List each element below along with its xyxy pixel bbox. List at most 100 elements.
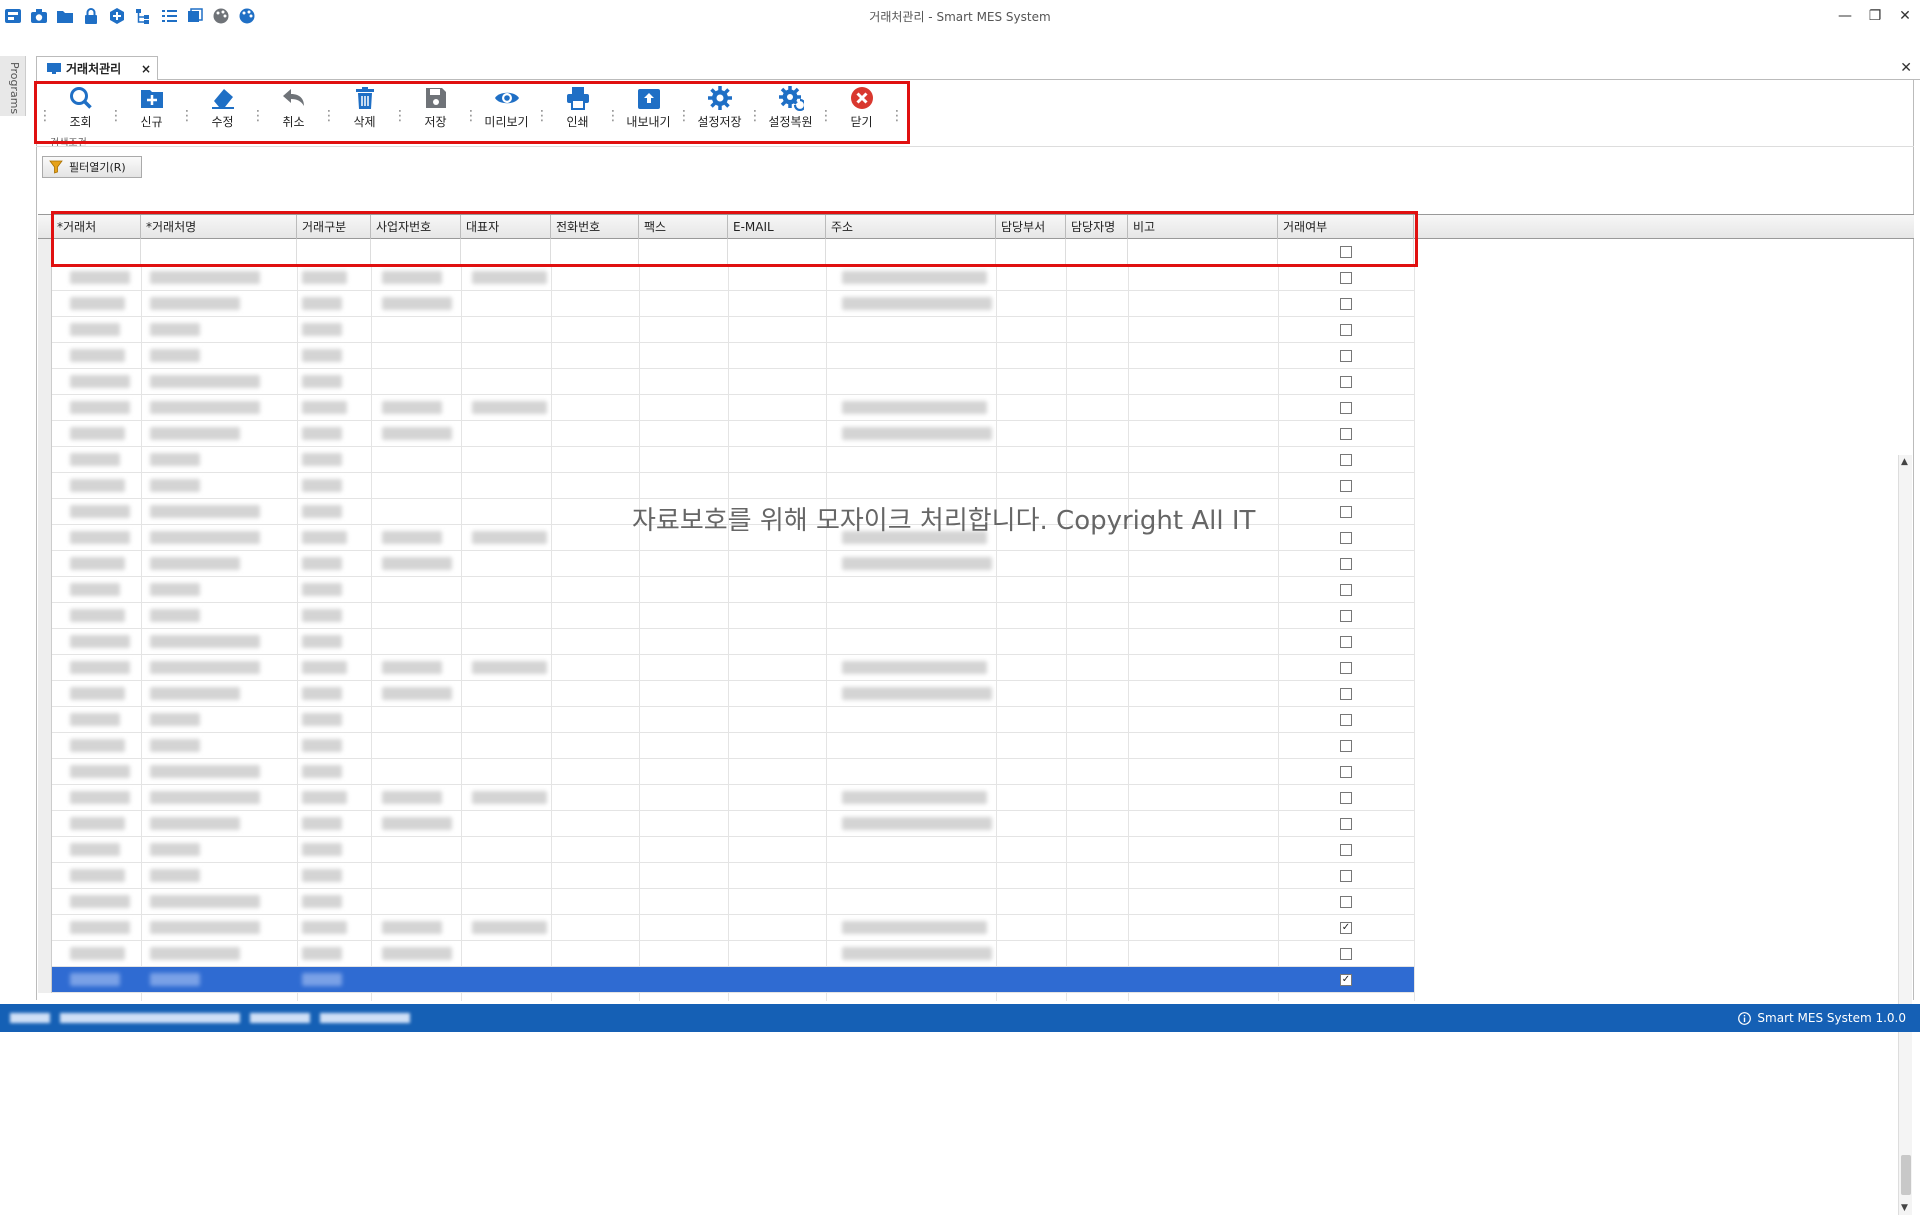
active-checkbox[interactable] — [1340, 870, 1352, 882]
table-row[interactable] — [52, 577, 1414, 603]
active-checkbox[interactable] — [1340, 532, 1352, 544]
programs-label[interactable]: Programs — [8, 62, 21, 114]
table-row[interactable] — [52, 785, 1414, 811]
table-row[interactable] — [52, 707, 1414, 733]
row-indicator[interactable] — [38, 343, 52, 369]
active-checkbox[interactable] — [1340, 818, 1352, 830]
table-row[interactable] — [52, 837, 1414, 863]
active-checkbox[interactable] — [1340, 558, 1352, 570]
table-row[interactable] — [52, 473, 1414, 499]
active-checkbox[interactable] — [1340, 766, 1352, 778]
row-indicator[interactable] — [38, 915, 52, 941]
active-checkbox[interactable] — [1340, 506, 1352, 518]
grid-vertical-scrollbar[interactable]: ▲ ▼ — [1898, 455, 1912, 1215]
table-row[interactable] — [52, 655, 1414, 681]
active-checkbox[interactable] — [1340, 688, 1352, 700]
active-checkbox[interactable] — [1340, 402, 1352, 414]
row-indicator[interactable] — [38, 967, 52, 993]
table-row[interactable] — [52, 447, 1414, 473]
mosaic-blurred-cell — [150, 401, 260, 414]
row-indicator[interactable] — [38, 603, 52, 629]
table-row[interactable] — [52, 551, 1414, 577]
row-indicator[interactable] — [38, 473, 52, 499]
row-indicator[interactable] — [38, 863, 52, 889]
row-indicator[interactable] — [38, 265, 52, 291]
table-row[interactable] — [52, 681, 1414, 707]
row-indicator[interactable] — [38, 551, 52, 577]
active-checkbox[interactable] — [1340, 298, 1352, 310]
active-checkbox[interactable] — [1340, 792, 1352, 804]
row-indicator[interactable] — [38, 941, 52, 967]
table-row[interactable] — [52, 395, 1414, 421]
table-row[interactable] — [52, 291, 1414, 317]
mosaic-blurred-cell — [302, 479, 342, 492]
status-bar: Smart MES System 1.0.0 — [0, 1004, 1920, 1032]
row-indicator[interactable] — [38, 317, 52, 343]
active-checkbox[interactable] — [1340, 350, 1352, 362]
table-row[interactable] — [52, 863, 1414, 889]
table-row[interactable] — [52, 759, 1414, 785]
row-indicator[interactable] — [38, 681, 52, 707]
row-indicator[interactable] — [38, 291, 52, 317]
active-checkbox[interactable] — [1340, 428, 1352, 440]
row-indicator[interactable] — [38, 499, 52, 525]
active-checkbox[interactable] — [1340, 714, 1352, 726]
table-row[interactable] — [52, 343, 1414, 369]
row-indicator[interactable] — [38, 837, 52, 863]
status-right: Smart MES System 1.0.0 — [1738, 1011, 1906, 1025]
scroll-thumb[interactable] — [1901, 1155, 1911, 1195]
row-indicator[interactable] — [38, 707, 52, 733]
row-indicator[interactable] — [38, 369, 52, 395]
row-indicator[interactable] — [38, 421, 52, 447]
mosaic-blurred-cell — [472, 661, 547, 674]
active-checkbox[interactable] — [1340, 948, 1352, 960]
row-indicator[interactable] — [38, 811, 52, 837]
active-checkbox[interactable] — [1340, 376, 1352, 388]
active-checkbox[interactable] — [1340, 896, 1352, 908]
table-row[interactable] — [52, 265, 1414, 291]
table-row[interactable] — [52, 733, 1414, 759]
active-checkbox[interactable]: ✓ — [1340, 974, 1352, 986]
restore-button[interactable]: ❐ — [1860, 0, 1890, 32]
row-indicator[interactable] — [38, 395, 52, 421]
mosaic-blurred-cell — [302, 973, 342, 986]
active-checkbox[interactable] — [1340, 636, 1352, 648]
table-row[interactable] — [52, 629, 1414, 655]
minimize-button[interactable]: — — [1830, 0, 1860, 32]
table-row[interactable] — [52, 369, 1414, 395]
row-indicator[interactable] — [38, 889, 52, 915]
row-indicator[interactable] — [38, 655, 52, 681]
scroll-up-icon[interactable]: ▲ — [1901, 457, 1908, 467]
table-row[interactable] — [52, 317, 1414, 343]
active-checkbox[interactable] — [1340, 454, 1352, 466]
active-checkbox[interactable] — [1340, 272, 1352, 284]
row-indicator[interactable] — [38, 447, 52, 473]
table-row[interactable] — [52, 889, 1414, 915]
row-indicator[interactable] — [38, 525, 52, 551]
close-window-button[interactable]: ✕ — [1890, 0, 1920, 32]
row-indicator[interactable] — [38, 629, 52, 655]
table-row[interactable] — [52, 811, 1414, 837]
active-checkbox[interactable] — [1340, 662, 1352, 674]
table-row[interactable] — [52, 421, 1414, 447]
table-row[interactable]: ✓ — [52, 967, 1414, 993]
active-checkbox[interactable] — [1340, 324, 1352, 336]
panel-close-icon[interactable]: ✕ — [1900, 60, 1912, 76]
active-checkbox[interactable]: ✓ — [1340, 922, 1352, 934]
row-indicator[interactable] — [38, 733, 52, 759]
active-checkbox[interactable] — [1340, 740, 1352, 752]
row-indicator[interactable] — [38, 759, 52, 785]
row-indicator[interactable] — [38, 785, 52, 811]
active-checkbox[interactable] — [1340, 584, 1352, 596]
table-row[interactable] — [52, 603, 1414, 629]
scroll-down-icon[interactable]: ▼ — [1901, 1203, 1908, 1213]
filter-open-button[interactable]: 필터열기(R) — [42, 156, 142, 178]
active-checkbox[interactable] — [1340, 844, 1352, 856]
tab-partner-management[interactable]: 거래처관리 × — [36, 56, 158, 80]
row-indicator[interactable] — [38, 577, 52, 603]
active-checkbox[interactable] — [1340, 610, 1352, 622]
table-row[interactable]: ✓ — [52, 915, 1414, 941]
active-checkbox[interactable] — [1340, 480, 1352, 492]
tab-close-icon[interactable]: × — [141, 62, 151, 76]
table-row[interactable] — [52, 941, 1414, 967]
